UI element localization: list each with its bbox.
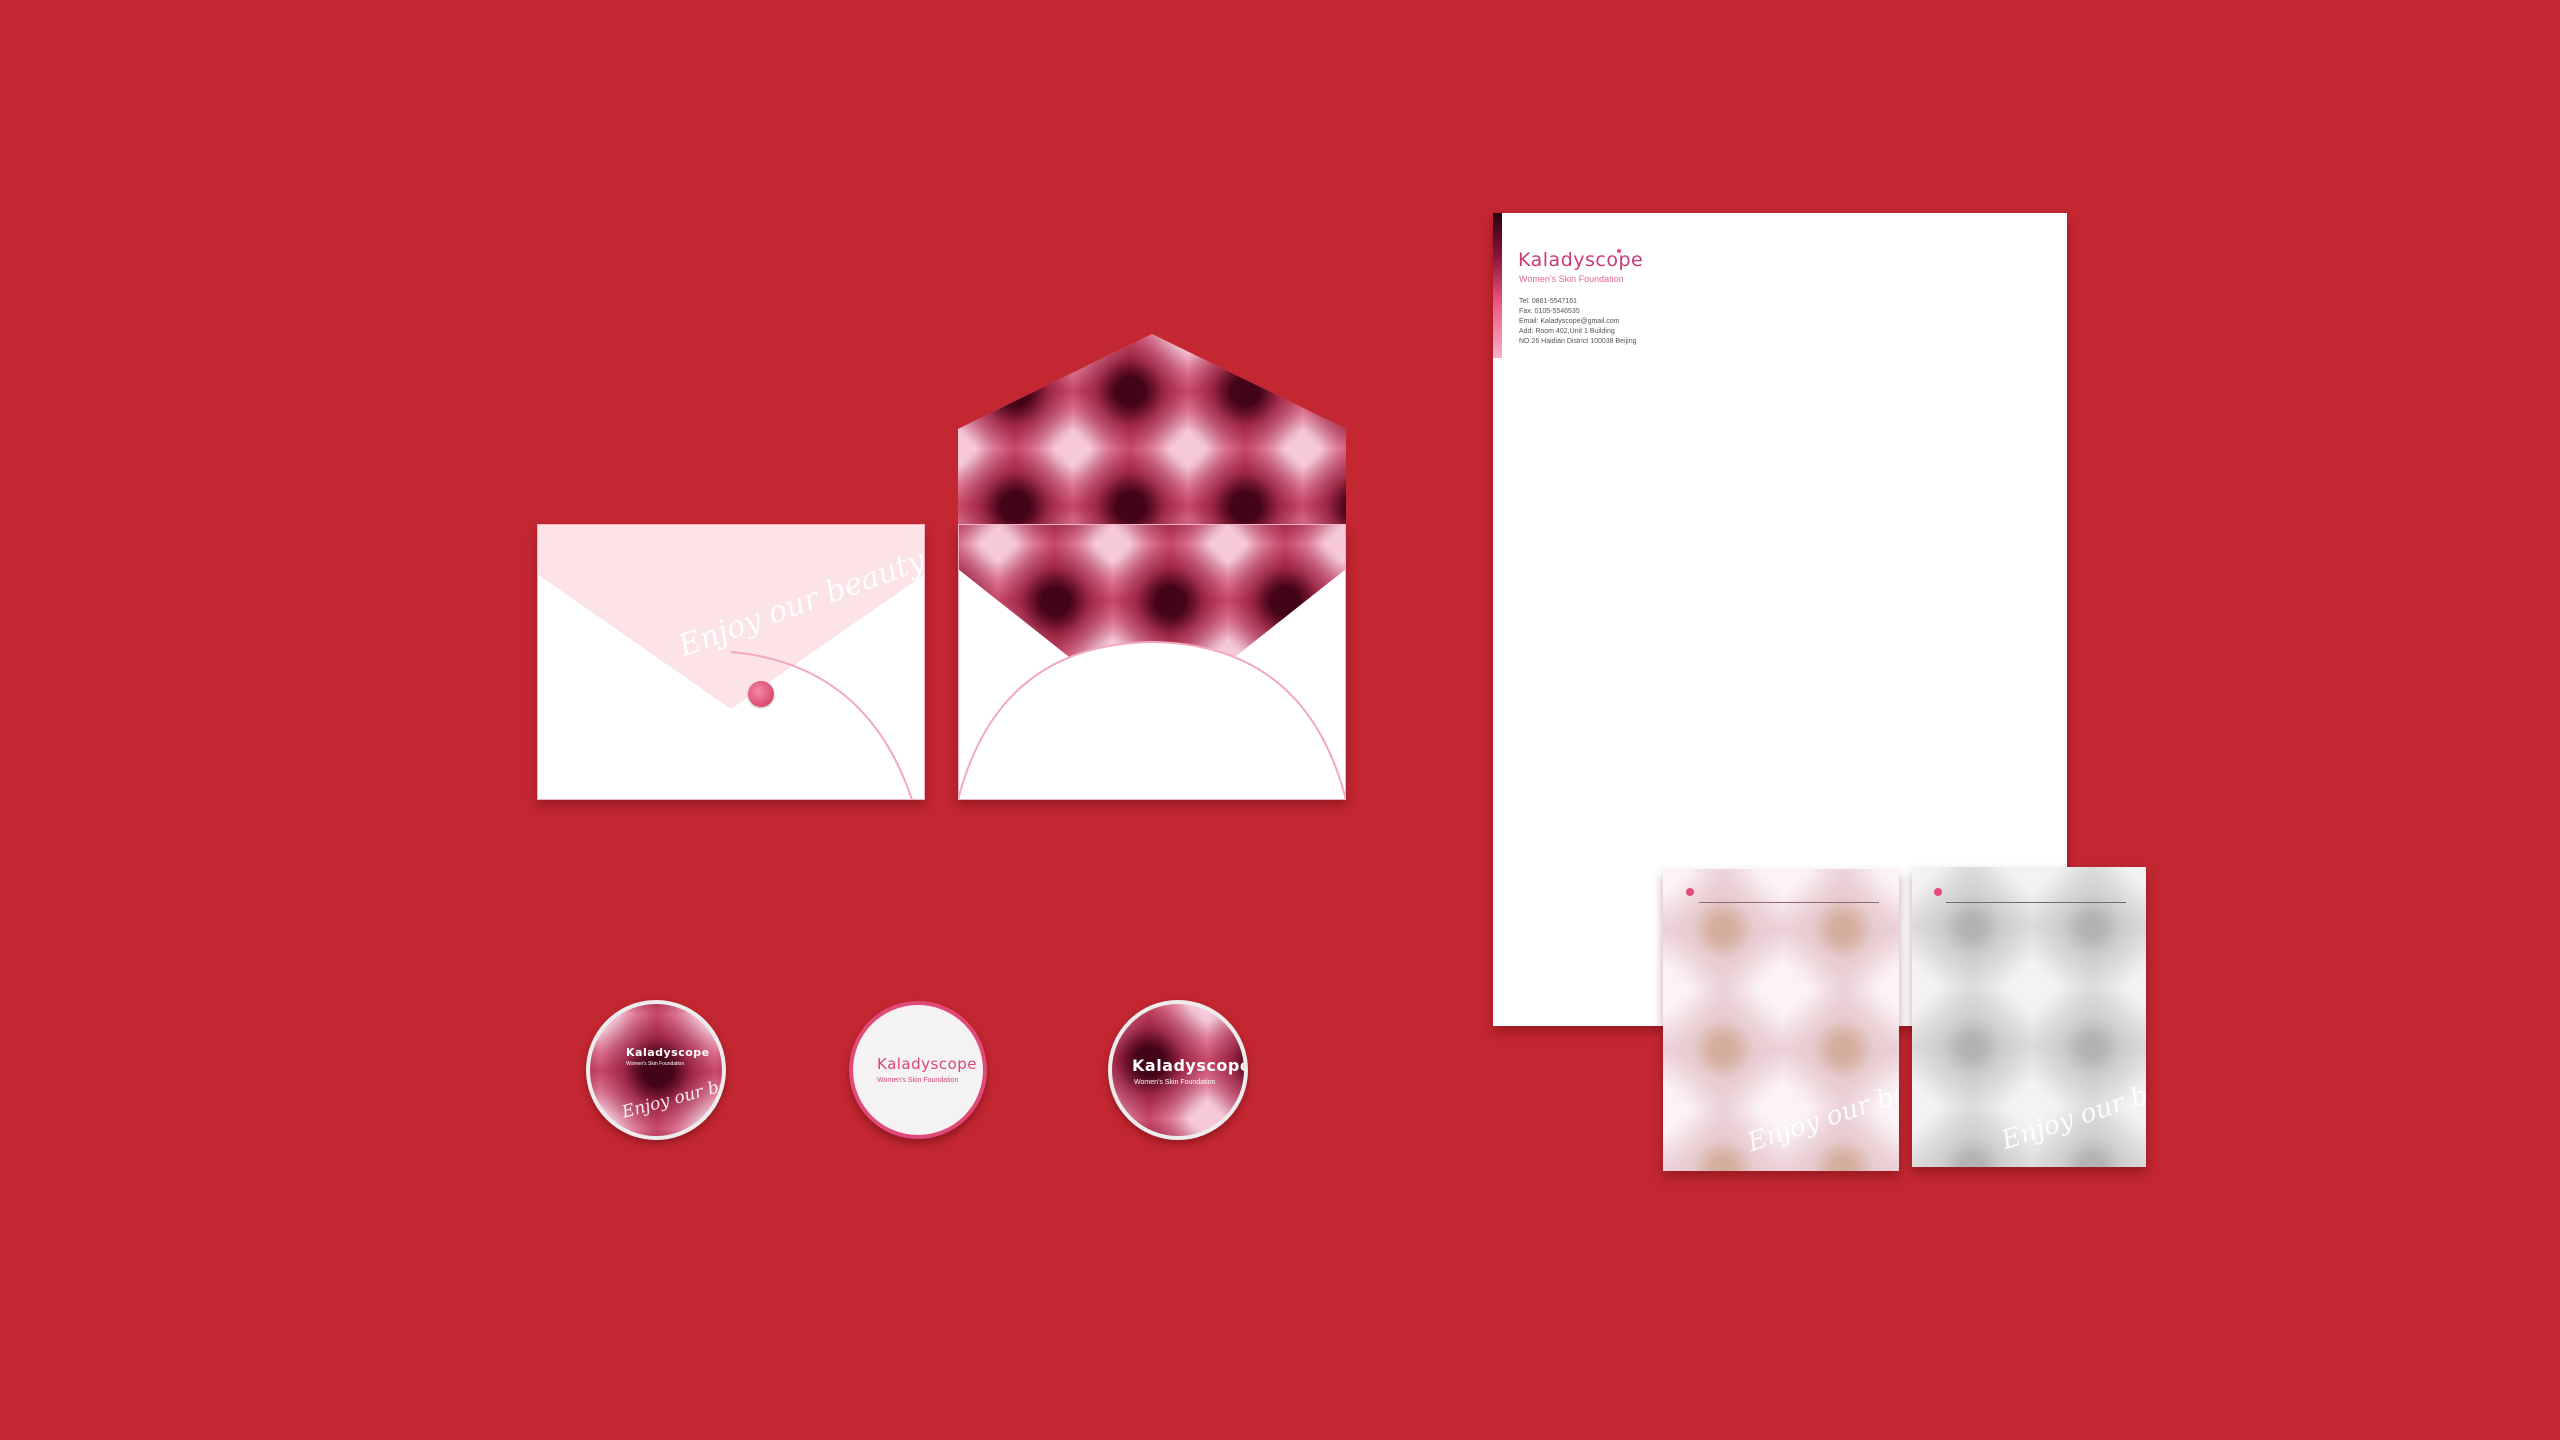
notepad-pink-rule	[1699, 902, 1879, 903]
letterhead-contact: Tel: 0861-5547161 Fax: 0105-5546535 Emai…	[1519, 297, 1637, 347]
sticker-pattern-brand-name: Kaladyscope	[1132, 1056, 1248, 1075]
sticker-logo-pattern: Kaladyscope Women's Skin Foundation	[1108, 1000, 1248, 1140]
sticker-white-tagline: Women's Skin Foundation	[877, 1077, 959, 1084]
open-envelope-flap	[958, 334, 1346, 524]
notepad-grey-slogan: Enjoy our beauty	[1997, 1057, 2146, 1157]
sticker-pattern-tagline: Women's Skin Foundation	[1134, 1079, 1216, 1086]
seal-icon	[748, 681, 774, 707]
notepad-grey: Enjoy our beauty	[1912, 867, 2146, 1167]
notepad-pink-slogan: Enjoy our beauty	[1743, 1059, 1899, 1159]
sticker-brand-name: Kaladyscope	[626, 1046, 710, 1059]
open-envelope	[958, 334, 1346, 800]
letterhead-contact-email: Email: Kaladyscope@gmail.com	[1519, 318, 1620, 325]
open-envelope-pocket	[958, 524, 1346, 800]
sticker-white-brand-name: Kaladyscope	[877, 1055, 978, 1073]
letterhead-contact-address-2: NO.26 Haidian District 100038 Beijing	[1519, 338, 1637, 345]
letterhead-accent-bar	[1493, 213, 1502, 358]
sticker-logo-white: Kaladyscope Women's Skin Foundation	[849, 1001, 987, 1139]
letterhead-contact-fax: Fax: 0105-5546535	[1519, 308, 1580, 315]
notepad-pink-dot-icon	[1686, 888, 1694, 896]
letterhead-brand-name: Kaladyscope	[1518, 249, 1644, 271]
open-envelope-inner	[958, 524, 1346, 800]
notepad-grey-dot-icon	[1934, 888, 1942, 896]
notepad-pink: Enjoy our beauty	[1663, 869, 1899, 1171]
sticker-slogan: Kaladyscope Women's Skin Foundation Enjo…	[586, 1000, 726, 1140]
letterhead-contact-tel: Tel: 0861-5547161	[1519, 298, 1577, 305]
sticker-tagline: Women's Skin Foundation	[626, 1061, 685, 1067]
letterhead-tagline: Women's Skin Foundation	[1519, 274, 1624, 284]
letterhead-contact-address: Add: Room 402,Unit 1 Building	[1519, 328, 1615, 335]
closed-envelope: Enjoy our beauty	[537, 524, 925, 800]
notepad-grey-rule	[1946, 902, 2126, 903]
sticker-slogan-text: Enjoy our beauty	[619, 1065, 726, 1123]
letterhead-brand-mark-icon	[1617, 249, 1621, 253]
